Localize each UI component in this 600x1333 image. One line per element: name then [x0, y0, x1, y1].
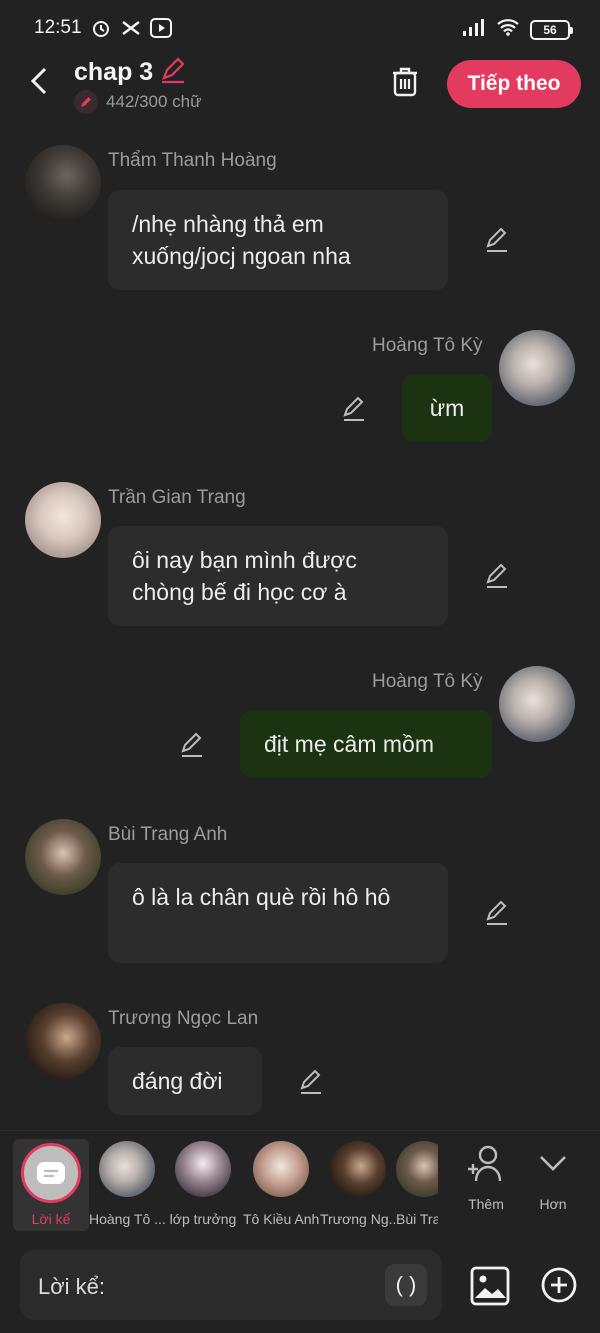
character-label: Bùi Tra — [396, 1211, 438, 1227]
chat-area[interactable]: Thẩm Thanh Hoàng /nhẹ nhàng thả em xuống… — [0, 120, 600, 1130]
image-icon — [470, 1266, 510, 1306]
message-bubble[interactable]: đáng đời — [108, 1047, 262, 1115]
character-label: Tô Kiều Anh — [243, 1211, 319, 1227]
avatar — [175, 1141, 231, 1197]
character-label: Trương Ng... — [320, 1211, 396, 1227]
sender-name: Trần Gian Trang — [108, 487, 246, 508]
avatar — [99, 1141, 155, 1197]
next-button[interactable]: Tiếp theo — [447, 60, 581, 108]
edit-message-icon[interactable] — [482, 561, 512, 591]
character-item[interactable]: Tô Kiều Anh — [243, 1141, 319, 1227]
add-label: Thêm — [468, 1196, 504, 1212]
sender-name: Hoàng Tô Kỳ — [372, 671, 483, 692]
back-arrow-icon — [30, 67, 47, 95]
edit-title-icon[interactable] — [159, 56, 187, 89]
character-item[interactable]: Hoàng Tô ... — [89, 1141, 165, 1227]
video-app-icon — [150, 17, 172, 39]
back-button[interactable] — [22, 64, 56, 98]
add-character-button[interactable]: Thêm — [456, 1143, 516, 1212]
avatar[interactable] — [25, 145, 101, 221]
sender-name: Hoàng Tô Kỳ — [372, 335, 483, 356]
sender-name: Thẩm Thanh Hoàng — [108, 150, 277, 171]
capcut-icon — [120, 17, 142, 39]
status-bar: 12:51 56 — [0, 0, 600, 56]
character-label: Hoàng Tô ... — [89, 1211, 165, 1227]
edit-message-icon[interactable] — [177, 730, 207, 760]
avatar — [253, 1141, 309, 1197]
avatar[interactable] — [499, 330, 575, 406]
edit-message-icon[interactable] — [482, 898, 512, 928]
character-bar: Lời kể Hoàng Tô ... lớp trưởng Tô Kiều A… — [0, 1130, 600, 1236]
avatar — [330, 1141, 386, 1197]
header: chap 3 442/300 chữ Tiếp theo — [0, 56, 600, 120]
image-button[interactable] — [470, 1266, 510, 1306]
character-item[interactable]: lớp trưởng — [165, 1141, 241, 1227]
pencil-icon — [74, 90, 98, 114]
sender-name: Bùi Trang Anh — [108, 824, 228, 845]
parenthesis-button[interactable]: ( ) — [385, 1264, 427, 1306]
avatar — [396, 1141, 438, 1197]
edit-message-icon[interactable] — [339, 394, 369, 424]
edit-message-icon[interactable] — [482, 225, 512, 255]
sender-name: Trương Ngọc Lan — [108, 1008, 259, 1029]
character-label: lớp trưởng — [169, 1211, 237, 1227]
chat-bubble-icon — [37, 1162, 65, 1184]
delete-button[interactable] — [388, 64, 422, 100]
wifi-icon — [496, 18, 520, 41]
character-item[interactable]: Bùi Tra — [396, 1141, 438, 1227]
avatar[interactable] — [25, 482, 101, 558]
chevron-down-icon — [540, 1156, 566, 1171]
input-placeholder: Lời kể: — [38, 1274, 106, 1299]
more-button[interactable]: Hơn — [523, 1143, 583, 1212]
chapter-title: chap 3 — [74, 58, 154, 86]
message-bubble[interactable]: ừm — [402, 374, 492, 442]
avatar[interactable] — [25, 819, 101, 895]
message-bubble[interactable]: địt mẹ câm mồm — [240, 710, 492, 778]
narrator-tab[interactable]: Lời kể — [13, 1139, 89, 1231]
battery-icon: 56 — [530, 19, 573, 40]
message-bubble[interactable]: /nhẹ nhàng thả em xuống/jocj ngoan nha — [108, 190, 448, 290]
narrator-label: Lời kể — [31, 1211, 71, 1227]
word-count: 442/300 chữ — [106, 92, 202, 111]
more-label: Hơn — [539, 1196, 567, 1212]
trash-icon — [393, 67, 417, 97]
message-bubble[interactable]: ô là la chân què rồi hô hô — [108, 863, 448, 963]
message-bubble[interactable]: ôi nay bạn mình được chòng bế đi học cơ … — [108, 526, 448, 626]
plus-circle-icon — [541, 1267, 577, 1303]
composer: Lời kể: ( ) — [0, 1236, 600, 1333]
add-button[interactable] — [540, 1266, 578, 1304]
status-time: 12:51 — [34, 17, 82, 38]
avatar[interactable] — [25, 1003, 101, 1079]
add-person-icon — [468, 1145, 502, 1182]
signal-icon — [462, 18, 486, 41]
avatar[interactable] — [499, 666, 575, 742]
edit-message-icon[interactable] — [296, 1067, 326, 1097]
alarm-icon — [90, 17, 112, 39]
character-item[interactable]: Trương Ng... — [320, 1141, 396, 1227]
